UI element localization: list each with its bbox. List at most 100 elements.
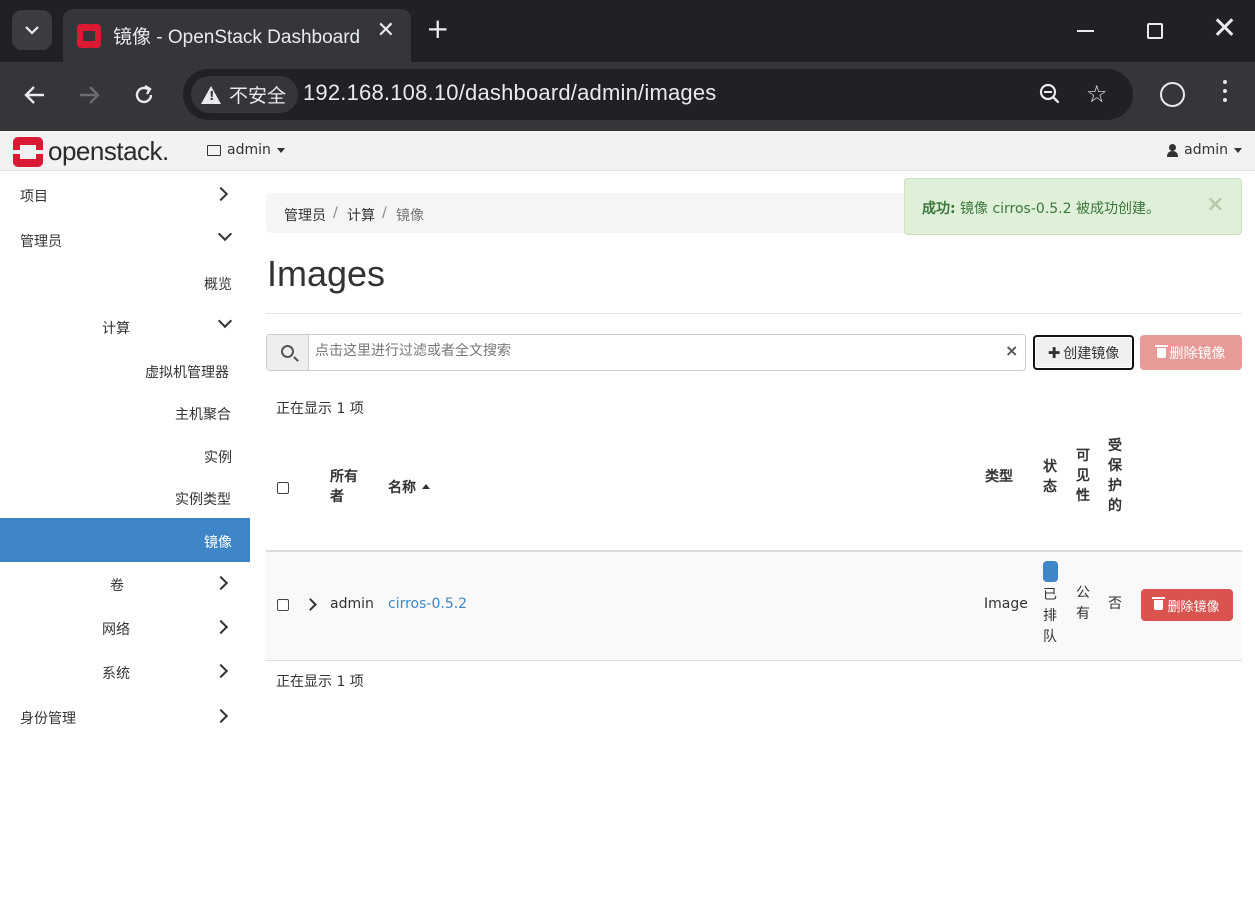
chevron-right-icon xyxy=(213,186,229,202)
forward-arrow-icon[interactable] xyxy=(78,80,100,112)
reload-icon[interactable] xyxy=(133,80,155,112)
chevron-right-icon xyxy=(213,619,229,635)
header-text: 所有 xyxy=(330,469,358,485)
sidebar-item-label: 管理员 xyxy=(20,234,62,250)
profile-icon[interactable] xyxy=(1160,82,1185,107)
row-delete-label: 删除镜像 xyxy=(1167,599,1220,615)
delete-images-button[interactable]: 删除镜像 xyxy=(1140,335,1242,370)
success-alert: 成功: 镜像 cirros-0.5.2 被成功创建。 × xyxy=(904,178,1242,235)
new-tab-icon[interactable]: + xyxy=(426,15,449,43)
header-text: 者 xyxy=(330,489,344,505)
sidebar-item-label: 实例 xyxy=(204,450,232,466)
window-minimize-icon[interactable] xyxy=(1077,30,1094,32)
sidebar-item-compute[interactable]: 计算 xyxy=(0,304,250,348)
sidebar-item-label: 身份管理 xyxy=(20,711,76,727)
chevron-down-icon xyxy=(25,25,39,35)
openstack-logo[interactable]: openstack. xyxy=(13,136,169,167)
sidebar-item-project[interactable]: 项目 xyxy=(0,172,250,216)
column-header-visibility[interactable]: 可 见 性 xyxy=(1076,446,1090,506)
sidebar-item-instances[interactable]: 实例 xyxy=(0,433,250,477)
cell-status: 已 排 队 xyxy=(1043,585,1057,648)
column-header-status[interactable]: 状 态 xyxy=(1043,457,1057,497)
sidebar-item-label: 网络 xyxy=(102,622,130,638)
bookmark-star-icon[interactable]: ☆ xyxy=(1086,80,1108,108)
row-delete-image-button[interactable]: 删除镜像 xyxy=(1141,589,1233,621)
status-text: 已 xyxy=(1043,587,1057,603)
header-text: 见 xyxy=(1076,468,1090,484)
column-header-owner[interactable]: 所有 者 xyxy=(330,467,358,507)
window-close-icon[interactable]: ✕ xyxy=(1212,14,1237,44)
header-text: 保 xyxy=(1108,458,1122,474)
chevron-right-icon xyxy=(213,708,229,724)
visibility-text: 有 xyxy=(1076,606,1090,622)
header-text: 名称 xyxy=(388,480,416,496)
header-text: 护 xyxy=(1108,478,1122,494)
breadcrumb-item-admin[interactable]: 管理员 xyxy=(284,205,326,225)
breadcrumb-item-compute[interactable]: 计算 xyxy=(347,205,375,225)
browser-toolbar: 不安全 192.168.108.10/dashboard/admin/image… xyxy=(0,62,1255,131)
caret-down-icon xyxy=(1234,147,1242,153)
window-maximize-icon[interactable] xyxy=(1147,23,1163,39)
visibility-text: 公 xyxy=(1076,585,1090,601)
filter-group: × xyxy=(266,334,1026,371)
openstack-navbar: openstack. admin admin xyxy=(0,131,1255,171)
openstack-logo-text: openstack. xyxy=(48,136,169,166)
chevron-down-icon xyxy=(217,313,233,329)
header-text: 性 xyxy=(1076,488,1090,504)
back-arrow-icon[interactable] xyxy=(24,80,46,112)
browser-menu-icon[interactable] xyxy=(1223,80,1228,106)
header-text: 可 xyxy=(1076,448,1090,464)
address-bar[interactable]: 不安全 192.168.108.10/dashboard/admin/image… xyxy=(183,69,1133,120)
clear-filter-icon[interactable]: × xyxy=(1005,341,1018,360)
user-dropdown[interactable]: admin xyxy=(1167,142,1242,158)
breadcrumb: 管理员 / 计算 / 镜像 xyxy=(266,193,946,233)
column-header-name[interactable]: 名称 xyxy=(388,478,430,498)
breadcrumb-separator: / xyxy=(382,205,387,221)
cell-type: Image xyxy=(984,596,1028,612)
alert-strong-text: 成功: xyxy=(922,201,956,217)
create-image-button[interactable]: ✚ 创建镜像 xyxy=(1033,335,1134,370)
sidebar-item-images[interactable]: 镜像 xyxy=(0,518,250,562)
image-name-link[interactable]: cirros-0.5.2 xyxy=(388,594,467,615)
sidebar-item-flavors[interactable]: 实例类型 xyxy=(0,475,250,519)
row-select-checkbox[interactable] xyxy=(277,599,289,611)
filter-input[interactable] xyxy=(315,343,995,359)
browser-tab[interactable]: 镜像 - OpenStack Dashboard ✕ xyxy=(63,9,411,62)
sidebar-item-label: 系统 xyxy=(102,666,130,682)
site-info-chip[interactable]: 不安全 xyxy=(191,76,299,113)
sidebar-item-volumes[interactable]: 卷 xyxy=(0,561,250,605)
sidebar-item-host-aggregates[interactable]: 主机聚合 xyxy=(0,390,250,434)
alert-close-icon[interactable]: × xyxy=(1206,194,1224,216)
sidebar-item-overview[interactable]: 概览 xyxy=(0,260,250,304)
tab-search-button[interactable] xyxy=(12,10,52,50)
tab-close-icon[interactable]: ✕ xyxy=(377,20,395,42)
sidebar-item-label: 项目 xyxy=(20,189,48,205)
header-text: 类型 xyxy=(985,469,1013,485)
status-text: 队 xyxy=(1043,629,1057,645)
sidebar-item-system[interactable]: 系统 xyxy=(0,649,250,693)
header-text: 态 xyxy=(1043,479,1057,495)
sidebar-item-identity[interactable]: 身份管理 xyxy=(0,694,250,738)
delete-images-label: 删除镜像 xyxy=(1169,345,1226,362)
alert-message: 镜像 cirros-0.5.2 被成功创建。 xyxy=(960,201,1160,217)
column-header-type[interactable]: 类型 xyxy=(985,467,1013,487)
table-row-divider xyxy=(266,660,1242,661)
sidebar-item-label: 计算 xyxy=(102,321,130,337)
project-list-icon xyxy=(207,144,221,156)
search-button[interactable] xyxy=(267,335,309,370)
title-divider xyxy=(266,313,1242,314)
page-title: Images xyxy=(267,253,386,294)
zoom-out-icon[interactable] xyxy=(1039,83,1059,103)
item-count-top: 正在显示 1 项 xyxy=(276,401,364,417)
chevron-right-icon xyxy=(213,575,229,591)
sidebar-nav: 项目 管理员 概览 计算 虚拟机管理器 主机聚合 实例 实例类型 镜像 卷 网络… xyxy=(0,172,250,912)
sidebar-item-admin[interactable]: 管理员 xyxy=(0,217,250,261)
url-text[interactable]: 192.168.108.10/dashboard/admin/images xyxy=(303,80,716,106)
sidebar-item-network[interactable]: 网络 xyxy=(0,605,250,649)
select-all-checkbox[interactable] xyxy=(277,482,289,494)
header-text: 的 xyxy=(1108,498,1122,514)
column-header-protected[interactable]: 受 保 护 的 xyxy=(1108,436,1122,516)
sidebar-item-hypervisors[interactable]: 虚拟机管理器 xyxy=(0,348,250,392)
project-dropdown[interactable]: admin xyxy=(207,142,285,158)
plus-icon: ✚ xyxy=(1047,343,1061,362)
